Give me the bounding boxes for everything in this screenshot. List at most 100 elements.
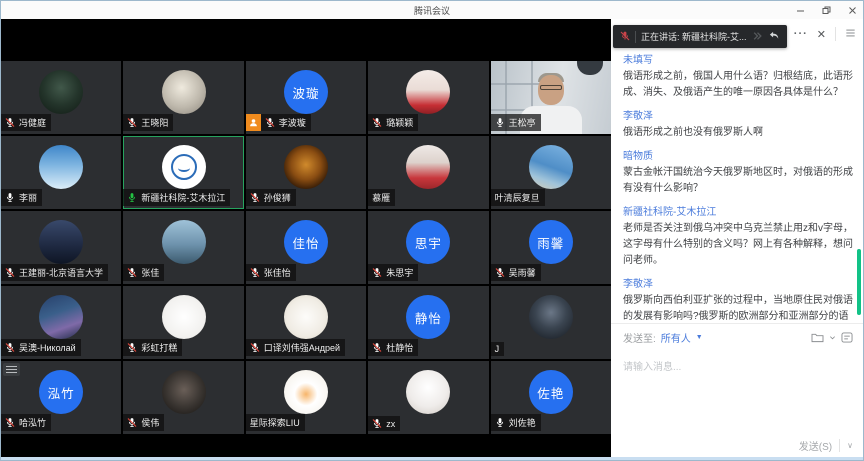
participant-tile[interactable]: J xyxy=(491,286,611,359)
send-to-caret-icon[interactable]: ▼ xyxy=(696,334,703,341)
message-sender: 李敬泽 xyxy=(623,109,854,125)
participant-name: 哈泓竹 xyxy=(19,416,46,429)
close-icon[interactable] xyxy=(848,6,857,15)
chat-scrollbar[interactable] xyxy=(857,249,861,315)
participant-grid: 冯健庭 王晓阳 波璇李波璇璐颖颖 王松亭李丽 新疆社科院-艾木拉江 孙俊狮慕雁叶清辰复旦王… xyxy=(1,61,611,434)
participant-tile[interactable]: 新疆社科院-艾木拉江 xyxy=(123,136,243,209)
avatar xyxy=(162,70,206,114)
participant-name: 星际探索LIU xyxy=(250,416,300,429)
mic-icon xyxy=(5,117,15,128)
participant-tile[interactable]: 佐艳刘佐艳 xyxy=(491,361,611,434)
participant-name: 叶清辰复旦 xyxy=(495,191,540,204)
participant-tile[interactable]: 彩虹打糕 xyxy=(123,286,243,359)
participant-nameplate: 侯伟 xyxy=(123,414,164,431)
participant-tile[interactable]: 佳怡张佳怡 xyxy=(246,211,366,284)
chat-message-list[interactable]: 未填写俄语形成之前，俄国人用什么语？归根结底，此语形成、消失、及俄语产生的唯一原… xyxy=(611,49,863,323)
participant-tile[interactable]: 吴澳-Николай xyxy=(1,286,121,359)
folder-caret-icon[interactable] xyxy=(829,334,836,341)
banner-mic-muted-icon[interactable] xyxy=(620,28,630,46)
speaking-banner: 正在讲话: 新疆社科院-艾... xyxy=(613,25,787,48)
mic-icon xyxy=(127,117,137,128)
participant-tile[interactable]: 冯健庭 xyxy=(1,61,121,134)
participant-tile[interactable]: 叶清辰复旦 xyxy=(491,136,611,209)
participant-nameplate: 张佳 xyxy=(123,264,164,281)
send-to-row: 发送至: 所有人 ▼ xyxy=(611,323,863,351)
chat-message: 李敬泽俄罗斯向西伯利亚扩张的过程中，当地原住民对俄语的发展有影响吗?俄罗斯的欧洲… xyxy=(623,277,854,323)
participant-name: 王建丽-北京语言大学 xyxy=(19,266,103,279)
mic-icon xyxy=(250,342,260,353)
participant-tile[interactable]: 张佳 xyxy=(123,211,243,284)
mic-icon xyxy=(5,417,15,428)
send-options-caret-icon[interactable]: ∨ xyxy=(847,441,853,450)
avatar xyxy=(39,70,83,114)
participant-nameplate: 李丽 xyxy=(1,189,42,206)
participant-tile[interactable]: 口译刘伟强Андрей xyxy=(246,286,366,359)
participant-tile[interactable]: zx xyxy=(368,361,488,434)
participant-tile[interactable]: 星际探索LIU xyxy=(246,361,366,434)
header-divider xyxy=(835,27,836,41)
participant-tile[interactable]: 王松亭 xyxy=(491,61,611,134)
participant-tile[interactable]: 静怡杜静怡 xyxy=(368,286,488,359)
participant-tile[interactable]: 思宇朱思宇 xyxy=(368,211,488,284)
mic-icon xyxy=(127,267,137,278)
participant-nameplate: 张佳怡 xyxy=(246,264,296,281)
participant-tile[interactable]: 璐颖颖 xyxy=(368,61,488,134)
send-button[interactable]: 发送(S) xyxy=(799,438,832,453)
participant-name: 吴澳-Николай xyxy=(19,341,76,354)
mic-icon xyxy=(5,342,15,353)
panel-menu-icon[interactable] xyxy=(845,25,856,43)
mic-icon xyxy=(5,267,15,278)
restore-icon[interactable] xyxy=(822,6,831,15)
participant-nameplate: zx xyxy=(368,416,400,431)
mic-icon xyxy=(5,192,15,203)
chat-input-placeholder: 请输入消息... xyxy=(623,362,681,373)
participant-name: 王松亭 xyxy=(509,116,536,129)
mic-icon xyxy=(250,192,260,203)
participant-tile[interactable]: 李丽 xyxy=(1,136,121,209)
participant-nameplate: 王建丽-北京语言大学 xyxy=(1,264,108,281)
message-sender: 新疆社科院-艾木拉江 xyxy=(623,205,854,221)
host-badge-icon xyxy=(246,114,261,131)
participant-tile[interactable]: 王建丽-北京语言大学 xyxy=(1,211,121,284)
avatar xyxy=(529,295,573,339)
avatar: 波璇 xyxy=(284,70,328,114)
participant-tile[interactable]: 孙俊狮 xyxy=(246,136,366,209)
avatar xyxy=(284,295,328,339)
participant-name: 冯健庭 xyxy=(19,116,46,129)
mic-icon xyxy=(127,342,137,353)
mic-icon xyxy=(372,267,382,278)
participant-name: J xyxy=(495,344,500,354)
speaking-banner-label: 正在讲话: 新疆社科院-艾... xyxy=(641,30,747,43)
chat-more-icon[interactable]: ··· xyxy=(794,28,808,40)
participant-tile[interactable]: 王晓阳 xyxy=(123,61,243,134)
participant-name: 王晓阳 xyxy=(141,116,168,129)
minimize-icon[interactable] xyxy=(796,6,805,15)
participant-tile[interactable]: 波璇李波璇 xyxy=(246,61,366,134)
send-row: 发送(S) ∨ xyxy=(611,431,863,459)
avatar xyxy=(39,220,83,264)
participant-tile[interactable]: 泓竹哈泓竹 xyxy=(1,361,121,434)
forward-icon[interactable] xyxy=(752,28,763,46)
participant-tile[interactable]: 雨馨吴雨馨 xyxy=(491,211,611,284)
send-to-value[interactable]: 所有人 xyxy=(661,330,691,345)
participant-name: 朱思宇 xyxy=(386,266,413,279)
participant-name: 璐颖颖 xyxy=(386,116,413,129)
participant-tile[interactable]: 慕雁 xyxy=(368,136,488,209)
chat-close-icon[interactable]: ✕ xyxy=(817,28,826,41)
avatar: 雨馨 xyxy=(529,220,573,264)
chat-folder-icon[interactable] xyxy=(811,332,824,343)
mic-icon xyxy=(495,117,505,128)
chat-input[interactable]: 请输入消息... xyxy=(611,351,863,431)
participant-tile[interactable]: 侯伟 xyxy=(123,361,243,434)
mic-icon xyxy=(265,117,275,128)
window-bottom-edge xyxy=(1,457,863,460)
participant-nameplate: 冯健庭 xyxy=(1,114,51,131)
participant-name: 张佳怡 xyxy=(264,266,291,279)
chat-message: 新疆社科院-艾木拉江老师是否关注到俄乌冲突中乌克兰禁止用z和v字母，这字母有什么… xyxy=(623,205,854,269)
participant-name: 新疆社科院-艾木拉江 xyxy=(141,191,225,204)
participant-nameplate: 刘佐艳 xyxy=(491,414,541,431)
back-to-meeting-icon[interactable] xyxy=(768,28,780,46)
participant-nameplate: 朱思宇 xyxy=(368,264,418,281)
participant-name: 彩虹打糕 xyxy=(141,341,177,354)
chat-history-icon[interactable] xyxy=(841,332,853,343)
